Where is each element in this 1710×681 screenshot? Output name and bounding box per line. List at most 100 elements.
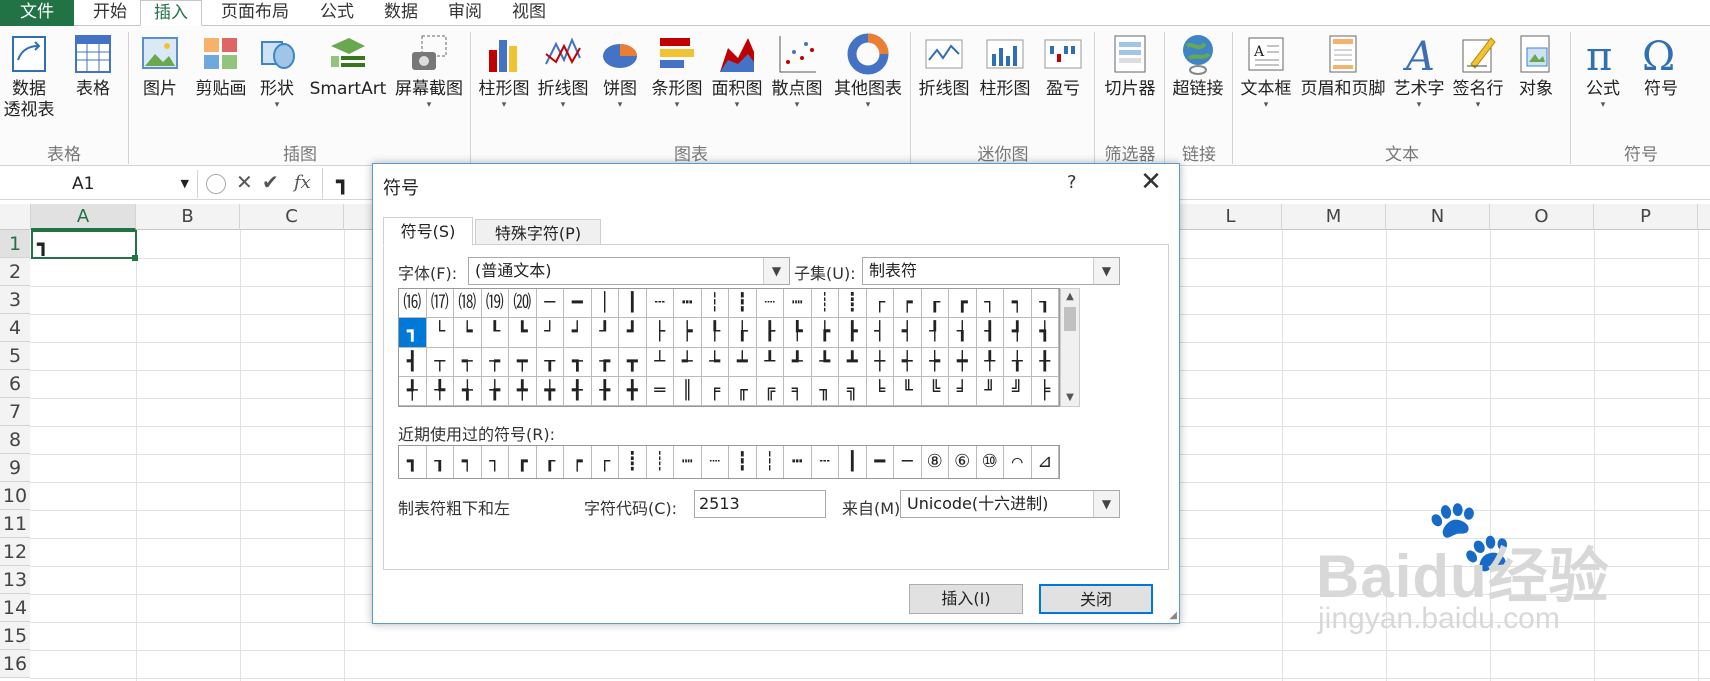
- tab-home[interactable]: 开始: [82, 0, 138, 26]
- col-header-l[interactable]: L: [1180, 204, 1282, 230]
- from-select[interactable]: Unicode(十六进制) ▼: [900, 490, 1120, 518]
- recent-symbol-cell[interactable]: ┓: [399, 446, 427, 478]
- symbol-cell[interactable]: ┾: [921, 347, 949, 377]
- symbol-cell[interactable]: ┌: [866, 289, 894, 319]
- scroll-down-icon[interactable]: ▼: [1061, 390, 1079, 406]
- tab-file[interactable]: 文件: [0, 0, 74, 26]
- symbol-cell[interactable]: ┡: [784, 318, 812, 348]
- symbol-cell[interactable]: ┇: [729, 289, 757, 319]
- symbol-cell[interactable]: ┽: [894, 347, 922, 377]
- tab-special-characters[interactable]: 特殊字符(P): [475, 219, 601, 247]
- row-header-8[interactable]: 8: [0, 426, 30, 454]
- row-header-10[interactable]: 10: [0, 482, 30, 510]
- subset-select[interactable]: 制表符 ▼: [862, 257, 1120, 285]
- symbol-cell[interactable]: ┬: [426, 347, 454, 377]
- symbol-cell[interactable]: ╗: [839, 376, 867, 406]
- symbol-cell[interactable]: ╜: [976, 376, 1004, 406]
- sparkline-column-button[interactable]: 柱形图: [976, 32, 1034, 100]
- shapes-button[interactable]: 形状 ▾: [254, 32, 300, 110]
- recent-symbols-grid[interactable]: ┓ ┒ ┑ ┐ ┏ ┎ ┍ ┌ ┋ ┊ ┉ ┈ ┇ ┆ ┅ ┄ ┃ ━ ─ ⑧ ⑥ ⑩ ⌒ ⊿: [398, 445, 1060, 479]
- row-header-9[interactable]: 9: [0, 454, 30, 482]
- row-header-16[interactable]: 16: [0, 650, 30, 678]
- symbol-cell[interactable]: ┖: [481, 318, 509, 348]
- symbol-cell[interactable]: ╊: [591, 376, 619, 406]
- col-header-p[interactable]: P: [1594, 204, 1698, 230]
- symbol-cell[interactable]: ⒆: [481, 289, 509, 319]
- help-button[interactable]: ?: [1067, 172, 1077, 193]
- recent-symbol-cell[interactable]: ┍: [564, 446, 592, 478]
- recent-symbol-cell[interactable]: ┆: [757, 446, 784, 478]
- symbol-cell[interactable]: ┞: [701, 318, 729, 348]
- symbol-cell[interactable]: ╄: [426, 376, 454, 406]
- recent-symbol-cell[interactable]: ┄: [812, 446, 839, 478]
- row-header-12[interactable]: 12: [0, 538, 30, 566]
- table-button[interactable]: 表格: [66, 32, 120, 100]
- row-header-6[interactable]: 6: [0, 370, 30, 398]
- tab-view[interactable]: 视图: [502, 0, 556, 26]
- symbol-cell[interactable]: └: [426, 318, 454, 348]
- recent-symbol-cell[interactable]: ┈: [702, 446, 729, 478]
- symbol-cell[interactable]: ╋: [619, 376, 647, 406]
- tab-data[interactable]: 数据: [374, 0, 428, 26]
- symbol-cell[interactable]: ┉: [784, 289, 812, 319]
- insert-function-icon[interactable]: fx: [294, 172, 311, 193]
- row-header-7[interactable]: 7: [0, 398, 30, 426]
- enter-icon[interactable]: ✔: [262, 170, 279, 194]
- symbol-cell[interactable]: ┆: [701, 289, 729, 319]
- recent-symbol-cell[interactable]: ⑥: [949, 446, 977, 478]
- symbol-cell[interactable]: ┐: [976, 289, 1004, 319]
- symbol-cell[interactable]: ┓: [399, 318, 427, 348]
- symbol-cell[interactable]: ┦: [921, 318, 949, 348]
- recent-symbol-cell[interactable]: ┌: [592, 446, 619, 478]
- symbol-cell[interactable]: ┿: [949, 347, 977, 377]
- symbol-cell[interactable]: ┃: [619, 289, 647, 319]
- bar-chart-button[interactable]: 条形图 ▾: [648, 32, 706, 110]
- resize-grip-icon[interactable]: ◢: [1169, 610, 1177, 621]
- symbol-cell[interactable]: ╞: [1031, 376, 1059, 406]
- row-header-11[interactable]: 11: [0, 510, 30, 538]
- close-icon[interactable]: ✕: [1135, 168, 1167, 196]
- cancel-icon[interactable]: ✕: [236, 170, 253, 194]
- recent-symbol-cell[interactable]: ┉: [674, 446, 702, 478]
- row-header-13[interactable]: 13: [0, 566, 30, 594]
- symbol-cell[interactable]: ┨: [976, 318, 1004, 348]
- symbol-cell[interactable]: ┘: [536, 318, 564, 348]
- symbol-cell[interactable]: ├: [646, 318, 674, 348]
- object-button[interactable]: 对象: [1508, 32, 1564, 100]
- formula-bar-grip[interactable]: [206, 174, 226, 194]
- symbol-cell[interactable]: ┪: [1031, 318, 1059, 348]
- symbol-cell[interactable]: ⒃: [399, 289, 427, 319]
- symbol-cell[interactable]: ┮: [481, 347, 509, 377]
- symbol-cell[interactable]: ╃: [399, 376, 427, 406]
- recent-symbol-cell[interactable]: ┎: [537, 446, 564, 478]
- recent-symbol-cell[interactable]: ━: [867, 446, 894, 478]
- symbol-cell[interactable]: ╘: [866, 376, 894, 406]
- col-header-n[interactable]: N: [1386, 204, 1490, 230]
- col-header-c[interactable]: C: [240, 204, 344, 230]
- sparkline-line-button[interactable]: 折线图: [916, 32, 972, 100]
- symbol-cell[interactable]: ┠: [756, 318, 784, 348]
- symbol-cell[interactable]: ┙: [564, 318, 592, 348]
- scroll-up-icon[interactable]: ▲: [1061, 289, 1079, 305]
- symbol-cell[interactable]: ┊: [811, 289, 839, 319]
- col-header-o[interactable]: O: [1490, 204, 1594, 230]
- symbol-cell[interactable]: ┷: [729, 347, 757, 377]
- symbol-cell[interactable]: ⒄: [426, 289, 454, 319]
- symbol-cell[interactable]: ─: [536, 289, 564, 319]
- scatter-chart-button[interactable]: 散点图 ▾: [768, 32, 826, 110]
- row-header-5[interactable]: 5: [0, 342, 30, 370]
- symbol-cell[interactable]: ╕: [784, 376, 812, 406]
- scrollbar-thumb[interactable]: [1064, 307, 1076, 331]
- close-button[interactable]: 关闭: [1039, 584, 1153, 614]
- chevron-down-icon[interactable]: ▼: [763, 258, 789, 284]
- symbol-cell[interactable]: ┰: [536, 347, 564, 377]
- select-all-corner[interactable]: [0, 204, 31, 230]
- picture-button[interactable]: 图片: [134, 32, 186, 100]
- recent-symbol-cell[interactable]: ⑧: [922, 446, 949, 478]
- symbol-cell[interactable]: ━: [564, 289, 592, 319]
- symbol-cell[interactable]: ┈: [756, 289, 784, 319]
- symbol-cell[interactable]: ⒇: [509, 289, 537, 319]
- symbol-cell[interactable]: ┯: [509, 347, 537, 377]
- symbol-cell[interactable]: ┶: [701, 347, 729, 377]
- row-header-1[interactable]: 1: [0, 230, 30, 258]
